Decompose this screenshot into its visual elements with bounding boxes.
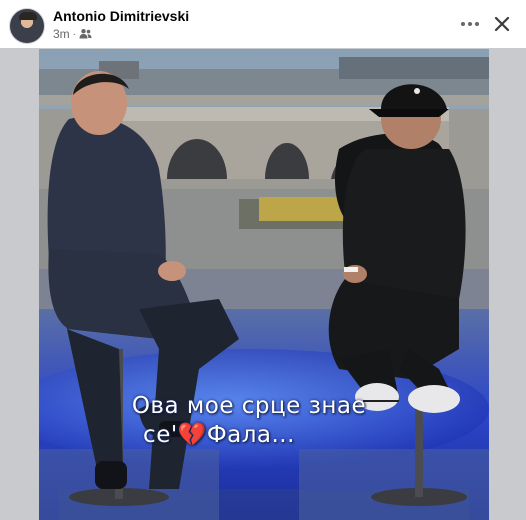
broken-heart-icon: 💔: [177, 422, 207, 448]
video-player[interactable]: Ова мое срце знае се'💔Фала...: [39, 49, 489, 520]
author-name[interactable]: Antonio Dimitrievski: [53, 8, 189, 24]
video-frame-image: [39, 49, 489, 520]
avatar[interactable]: [9, 8, 45, 44]
caption-text-post: Фала...: [206, 422, 295, 448]
friends-icon[interactable]: [79, 28, 92, 40]
meta-separator: ·: [72, 28, 77, 40]
close-icon[interactable]: [488, 10, 516, 38]
post-time[interactable]: 3m: [53, 27, 70, 41]
caption-text-pre: се': [143, 422, 178, 448]
video-caption-line2: се'💔Фала...: [99, 421, 339, 448]
more-horizontal-icon[interactable]: [456, 10, 484, 38]
post-header: Antonio Dimitrievski 3m ·: [0, 0, 526, 48]
post-meta: 3m ·: [53, 27, 92, 41]
video-caption-line1: Ова мое срце знае: [131, 393, 367, 419]
